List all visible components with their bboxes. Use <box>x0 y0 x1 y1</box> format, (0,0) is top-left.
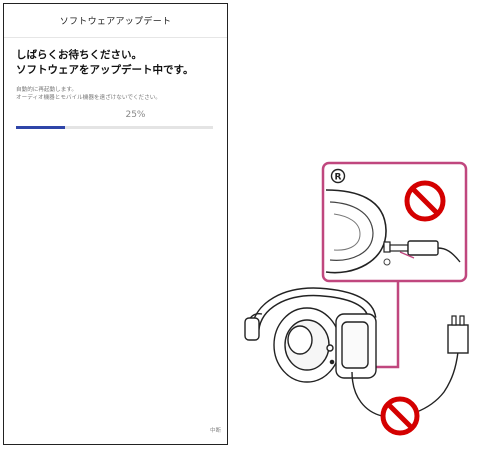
no-symbol-icon <box>404 180 446 222</box>
headphone-illustration: R <box>244 161 469 436</box>
callout-mark: R <box>330 168 346 184</box>
svg-text:R: R <box>335 173 342 183</box>
headphones <box>244 287 377 383</box>
no-symbol-icon-bottom <box>380 396 420 436</box>
